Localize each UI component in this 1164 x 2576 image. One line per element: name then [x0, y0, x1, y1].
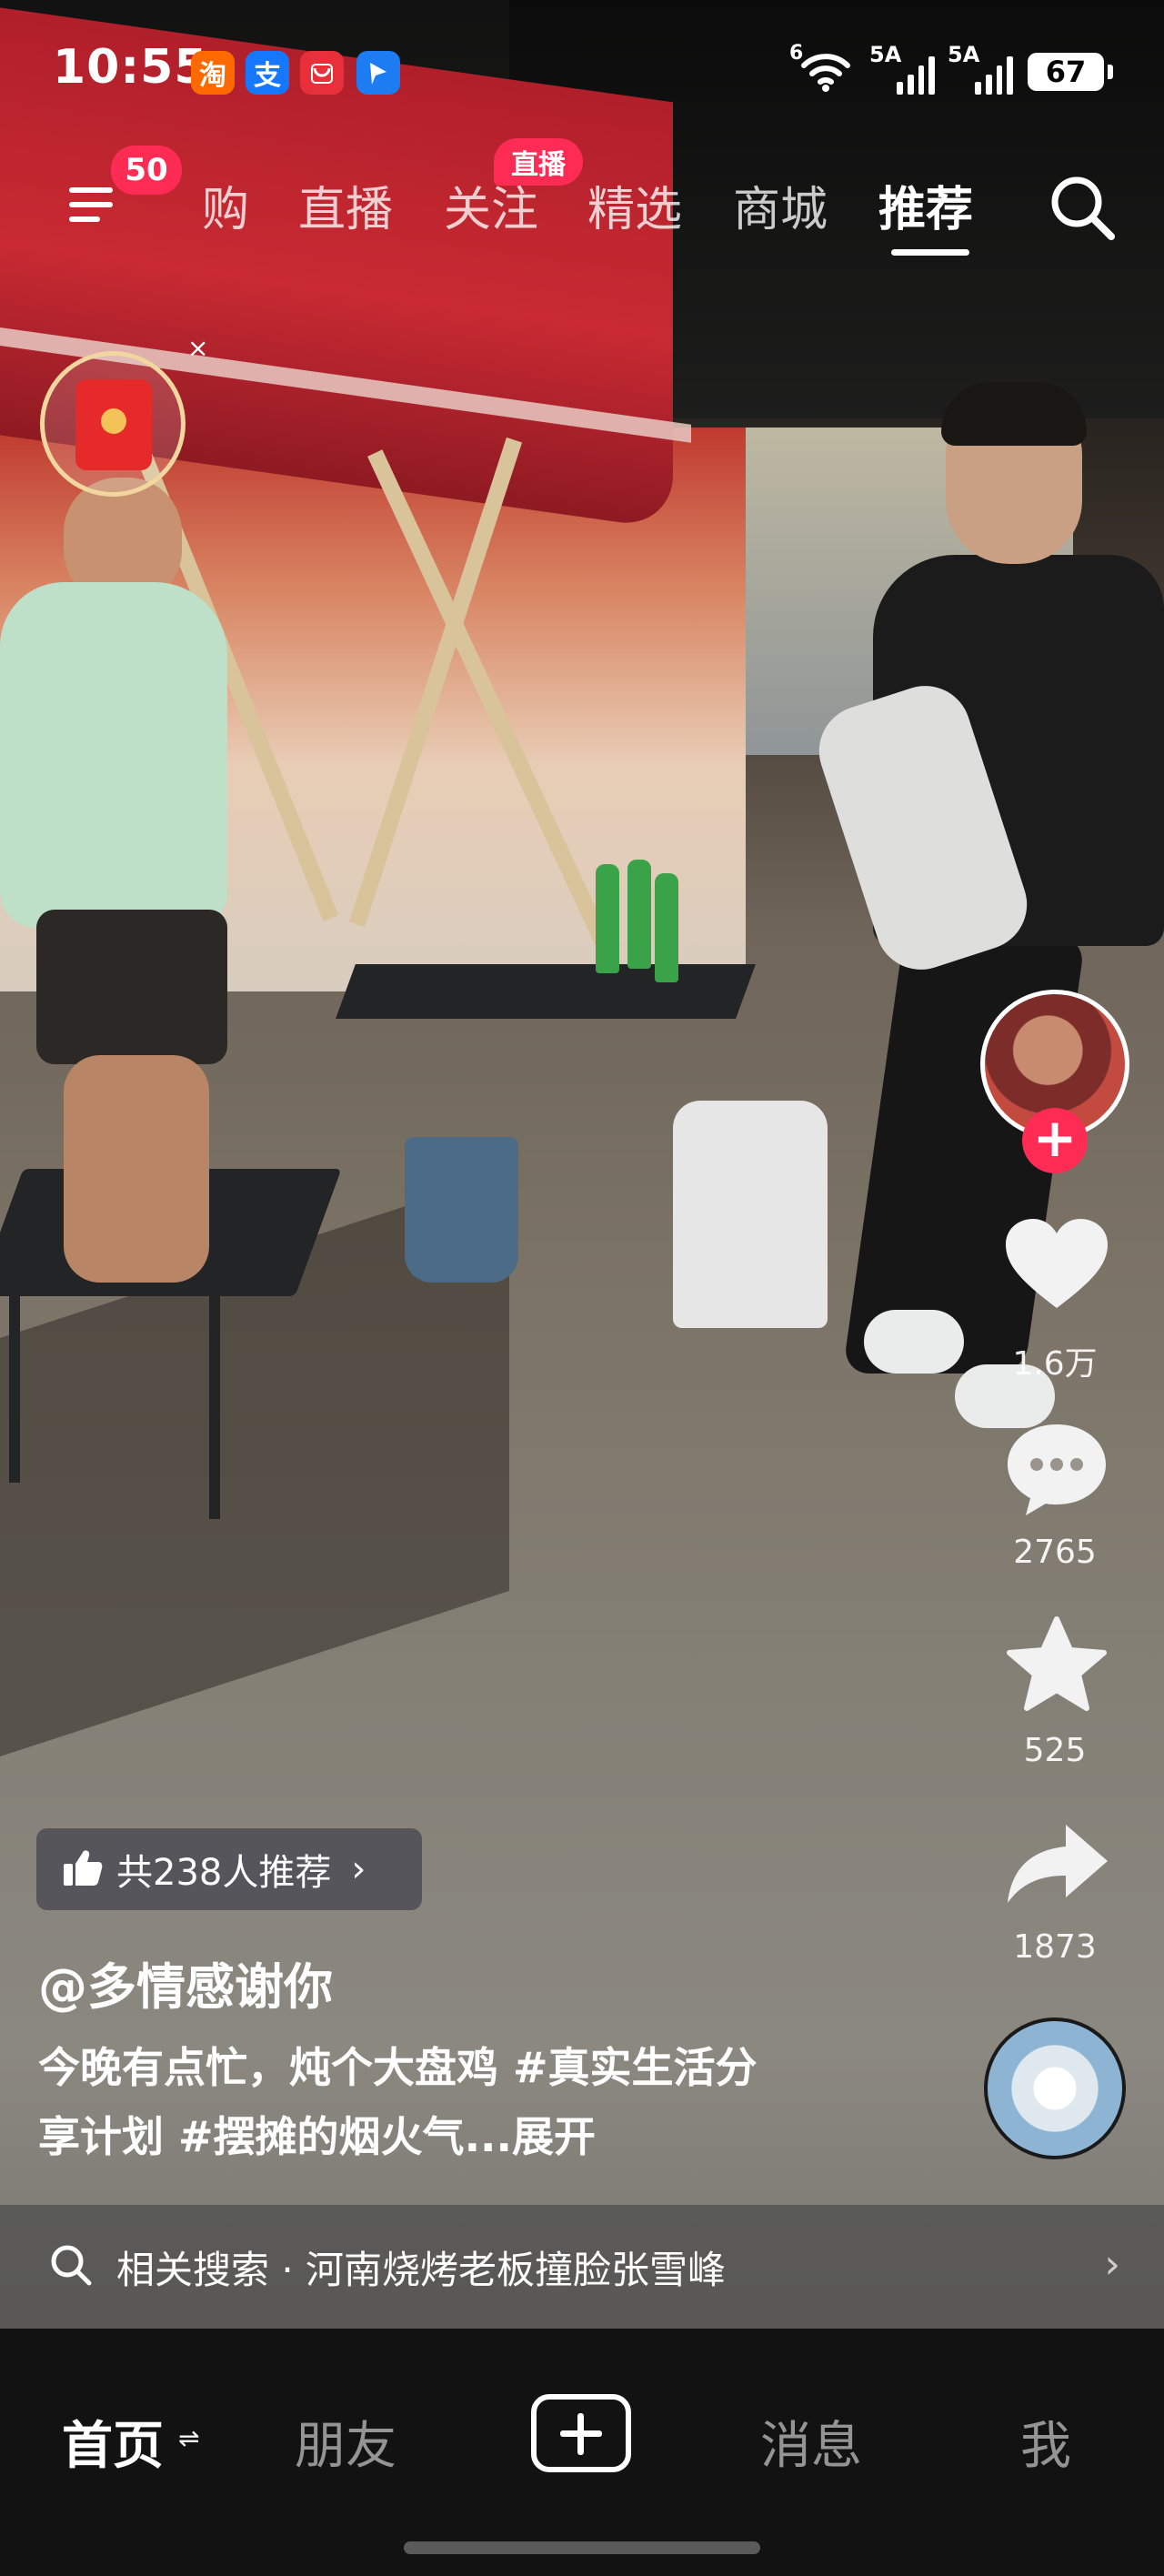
grill-table [336, 964, 756, 1019]
tab-live[interactable]: 直播 [298, 171, 393, 239]
person-right-hair [941, 382, 1087, 446]
plastic-stool [673, 1101, 828, 1328]
hashtag-link[interactable]: 享计划 [38, 2112, 178, 2161]
person-left-shirt [0, 582, 227, 928]
like-count: 1.6万 [1012, 1345, 1098, 1383]
tab-messages[interactable]: 消息 [760, 2405, 862, 2479]
tab-recommend[interactable]: 推荐 [878, 171, 973, 239]
comment-count: 2765 [1013, 1534, 1097, 1571]
follow-button[interactable]: + [1022, 1108, 1088, 1173]
hashtag-link[interactable]: #真实生活分 [513, 2043, 758, 2092]
swap-icon: ⇌ [178, 2423, 200, 2453]
red-packet-button[interactable] [40, 351, 186, 497]
wifi-icon: 6 [789, 42, 855, 93]
table-leg [209, 1273, 220, 1519]
coin-icon [101, 408, 126, 434]
signal-label: 5A [869, 42, 902, 67]
signal-label: 5A [948, 42, 980, 67]
shoe [864, 1310, 964, 1374]
chevron-right-icon: › [351, 1848, 366, 1890]
tab-me[interactable]: 我 [1020, 2405, 1071, 2479]
create-plus-button[interactable] [531, 2394, 631, 2472]
menu-badge: 50 [111, 146, 182, 195]
search-icon[interactable] [1046, 171, 1119, 244]
tab-friends[interactable]: 朋友 [295, 2405, 396, 2479]
person-left-shorts [36, 910, 227, 1064]
search-icon [47, 2241, 95, 2292]
share-arrow-icon[interactable] [1000, 1816, 1113, 1916]
signal-icon: 5A [869, 42, 935, 95]
music-disc[interactable] [984, 2018, 1126, 2159]
signal-icon: 5A [948, 42, 1013, 95]
active-tab-indicator [891, 249, 969, 256]
live-badge: 直播 [494, 138, 583, 186]
tab-featured[interactable]: 精选 [587, 171, 682, 239]
related-search-bar[interactable]: 相关搜索 · 河南烧烤老板撞脸张雪峰 › [0, 2205, 1164, 2329]
chevron-right-icon: › [1104, 2241, 1120, 2288]
recommend-text: 共238人推荐 [116, 1852, 332, 1894]
expand-link[interactable]: ...展开 [465, 2112, 596, 2161]
thumbs-up-icon [62, 1847, 104, 1891]
favorite-star-icon[interactable] [1000, 1615, 1113, 1716]
bottom-tab-bar: 首页 ⇌ 朋友 消息 我 [0, 2329, 1164, 2576]
person-left-legs [64, 1055, 209, 1283]
feishu-icon [356, 51, 400, 95]
bucket [405, 1137, 518, 1283]
status-time: 10:55 [53, 40, 208, 95]
tab-shop[interactable]: 购 [202, 171, 249, 239]
tab-mall[interactable]: 商城 [733, 171, 828, 239]
battery-indicator: 67 [1028, 53, 1113, 91]
taobao-icon: 淘 [191, 51, 235, 95]
top-nav: 50 购 直播 关注 直播 精选 商城 推荐 [0, 138, 1164, 273]
beer-bottle [627, 860, 651, 969]
tab-home[interactable]: 首页 [62, 2405, 164, 2479]
alipay-icon: 支 [246, 51, 289, 95]
favorite-count: 525 [1023, 1732, 1087, 1769]
hashtag-link[interactable]: #摆摊的烟火气 [178, 2112, 465, 2161]
table-leg [9, 1273, 20, 1483]
recommend-pill[interactable]: 共238人推荐 › [36, 1828, 422, 1910]
like-icon[interactable] [1000, 1215, 1113, 1315]
comment-icon[interactable] [1000, 1419, 1113, 1519]
wifi-label: 6 [789, 42, 804, 65]
share-count: 1873 [1013, 1928, 1097, 1966]
appgallery-icon [300, 51, 344, 95]
beer-bottle [655, 873, 678, 982]
red-envelope-icon [75, 379, 152, 470]
menu-icon[interactable] [69, 182, 120, 226]
video-description: 今晚有点忙，炖个大盘鸡 #真实生活分 享计划 #摆摊的烟火气...展开 [38, 2033, 911, 2171]
home-indicator [404, 2541, 760, 2554]
red-packet-close-button[interactable]: × [187, 333, 208, 363]
status-bar: 10:55 淘 支 6 5A 5A 67 [0, 0, 1164, 146]
related-search-text: 相关搜索 · 河南烧烤老板撞脸张雪峰 [116, 2247, 727, 2292]
beer-bottle [596, 864, 619, 973]
desc-text: 今晚有点忙，炖个大盘鸡 [38, 2043, 514, 2092]
author-name[interactable]: @多情感谢你 [38, 1947, 333, 2018]
